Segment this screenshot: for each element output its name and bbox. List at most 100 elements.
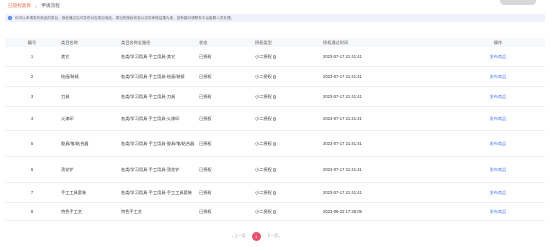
row-id: 8 [30, 209, 34, 214]
question-icon[interactable]: ? [272, 95, 277, 99]
publish-product-link[interactable]: 发布商品 [490, 74, 507, 79]
next-page-button[interactable]: 下一页 › [267, 234, 281, 239]
auth-type-text: 小二授权 [255, 94, 272, 99]
row-category-path: 各类/学习用具·手工用具-胶具/笔/粘合器 [121, 141, 195, 146]
question-icon[interactable]: ? [272, 191, 277, 195]
question-icon[interactable]: ? [272, 168, 277, 172]
top-bar: 已授权类目 > 申请流程 [0, 0, 550, 12]
row-id: 7 [30, 190, 34, 195]
header-status: 状态 [199, 40, 208, 45]
row-id: 4 [30, 116, 34, 121]
auth-type-text: 小二授权 [255, 74, 272, 79]
row-category-path: 各类/学习用具·手工用具-烫花铲 [121, 167, 180, 172]
info-icon: i [8, 16, 12, 20]
row-auth-type: 小二授权? [253, 94, 321, 99]
row-operation: 发布商品 [451, 54, 545, 59]
row-id: 6 [30, 167, 34, 172]
row-category-name: 特色手工艺 [61, 209, 82, 214]
row-operation: 发布商品 [451, 190, 545, 195]
row-operation: 发布商品 [451, 209, 545, 214]
table-row: 2 绘画/装裱 各类/学习用具·手工用具-绘画/装裱 已授权 小二授权? 2023-07-… [5, 67, 545, 87]
publish-product-link[interactable]: 发布商品 [490, 94, 507, 99]
auth-type-text: 小二授权 [255, 141, 272, 146]
row-auth-type: 小二授权? [253, 74, 321, 79]
publish-product-link[interactable]: 发布商品 [490, 190, 507, 195]
row-category-name: 刀具 [61, 94, 70, 99]
row-id: 2 [30, 74, 34, 79]
header-name: 类目名称 [61, 40, 78, 45]
row-category-name: 其它 [61, 54, 70, 59]
auth-type-text: 小二授权 [255, 54, 272, 59]
table-row: 4 火漆印 各类/学习用具·手工用具-火漆印 已授权 小二授权? 2023-07-17 2… [5, 107, 545, 131]
auth-type-text: 小二授权 [255, 116, 272, 121]
question-icon[interactable]: ? [272, 210, 277, 214]
row-status: 已授权 [199, 167, 212, 172]
row-category-path: 各类/学习用具·手工用具-其它 [121, 54, 176, 59]
table-row: 6 烫花铲 各类/学习用具·手工用具-烫花铲 已授权 小二授权? 2023-07-17 2… [5, 157, 545, 183]
breadcrumb: 已授权类目 > 申请流程 [8, 3, 60, 9]
question-icon[interactable]: ? [272, 75, 277, 79]
header-operation: 操作 [493, 40, 503, 45]
row-category-path: 各类/学习用具·手工用具-刀具 [121, 94, 176, 99]
row-status: 已授权 [199, 190, 212, 195]
row-auth-time: 2023-07-17 21:41:41 [323, 94, 362, 99]
breadcrumb-current: 申请流程 [41, 3, 60, 8]
row-status: 已授权 [199, 94, 212, 99]
row-category-path: 各类/学习用具·手工用具-绘画/装裱 [121, 74, 185, 79]
page-number-current[interactable]: 1 [251, 232, 261, 241]
publish-product-link[interactable]: 发布商品 [490, 167, 507, 172]
header-id: 编号 [27, 40, 37, 45]
row-category-name: 手工工具套装 [61, 190, 87, 195]
row-status: 已授权 [199, 74, 212, 79]
prev-page-button[interactable]: ‹ 上一页 [232, 234, 246, 239]
table-row: 7 手工工具套装 各类/学习用具·手工用具-手工工具套装 已授权 小二授权? 2023-0… [5, 183, 545, 203]
account-menu[interactable] [500, 0, 536, 5]
question-icon[interactable]: ? [272, 55, 277, 59]
row-operation: 发布商品 [451, 167, 545, 172]
row-auth-time: 2023-07-17 21:41:41 [323, 74, 362, 79]
row-category-path: 各类/学习用具·手工用具-火漆印 [121, 116, 180, 121]
question-icon[interactable]: ? [272, 117, 277, 121]
row-auth-time: 2023-07-17 21:41:41 [323, 141, 362, 146]
row-operation: 发布商品 [451, 141, 545, 146]
row-category-name: 烫花铲 [61, 167, 74, 172]
table-body: 1 其它 各类/学习用具·手工用具-其它 已授权 小二授权? 2023-07-17 21:… [5, 47, 545, 221]
row-auth-type: 小二授权? [253, 167, 321, 172]
pagination: ‹ 上一页 1 下一页 › [232, 232, 280, 241]
row-auth-type: 小二授权? [253, 54, 321, 59]
header-type: 授权类型 [255, 40, 272, 45]
row-auth-time: 2023-07-17 21:41:41 [323, 190, 362, 195]
row-category-name: 胶具/笔/粘合器 [61, 141, 89, 146]
publish-product-link[interactable]: 发布商品 [490, 54, 507, 59]
publish-product-link[interactable]: 发布商品 [490, 141, 507, 146]
notice-banner: i 你可以申请发布商品的类目，授权通过后可发布对应类目商品。类目的授权状态以实际… [5, 14, 545, 22]
row-auth-time: 2023-07-17 21:41:41 [323, 54, 362, 59]
next-page-label: 下一页 [266, 234, 279, 238]
auth-type-text: 小二授权 [255, 190, 272, 195]
row-operation: 发布商品 [451, 74, 545, 79]
publish-product-link[interactable]: 发布商品 [490, 116, 507, 121]
question-icon[interactable]: ? [272, 142, 277, 146]
row-auth-type: 小二授权? [253, 141, 321, 146]
row-operation: 发布商品 [451, 94, 545, 99]
row-status: 已授权 [199, 209, 212, 214]
breadcrumb-parent-link[interactable]: 已授权类目 [8, 3, 31, 9]
table-row: 3 刀具 各类/学习用具·手工用具-刀具 已授权 小二授权? 2023-07-17 21:… [5, 87, 545, 107]
auth-type-text: 小二授权 [255, 209, 272, 214]
row-auth-type: 小二授权? [253, 209, 321, 214]
row-auth-type: 小二授权? [253, 116, 321, 121]
prev-page-label: 上一页 [234, 234, 246, 238]
row-auth-time: 2023-06-22 17:36:09 [323, 209, 362, 214]
row-status: 已授权 [199, 116, 212, 121]
row-status: 已授权 [199, 141, 212, 146]
row-id: 1 [30, 54, 34, 59]
row-operation: 发布商品 [451, 116, 545, 121]
notice-text: 你可以申请发布商品的类目，授权通过后可发布对应类目商品。类目的授权状态以实际审核… [15, 15, 235, 20]
row-id: 3 [30, 94, 34, 99]
row-id: 5 [30, 141, 34, 146]
publish-product-link[interactable]: 发布商品 [490, 209, 507, 214]
breadcrumb-separator: > [34, 3, 38, 9]
row-category-path: 特色手工艺 [121, 209, 142, 214]
header-time: 授权通过时间 [323, 40, 349, 45]
header-path: 类目名称全路径 [121, 40, 151, 45]
